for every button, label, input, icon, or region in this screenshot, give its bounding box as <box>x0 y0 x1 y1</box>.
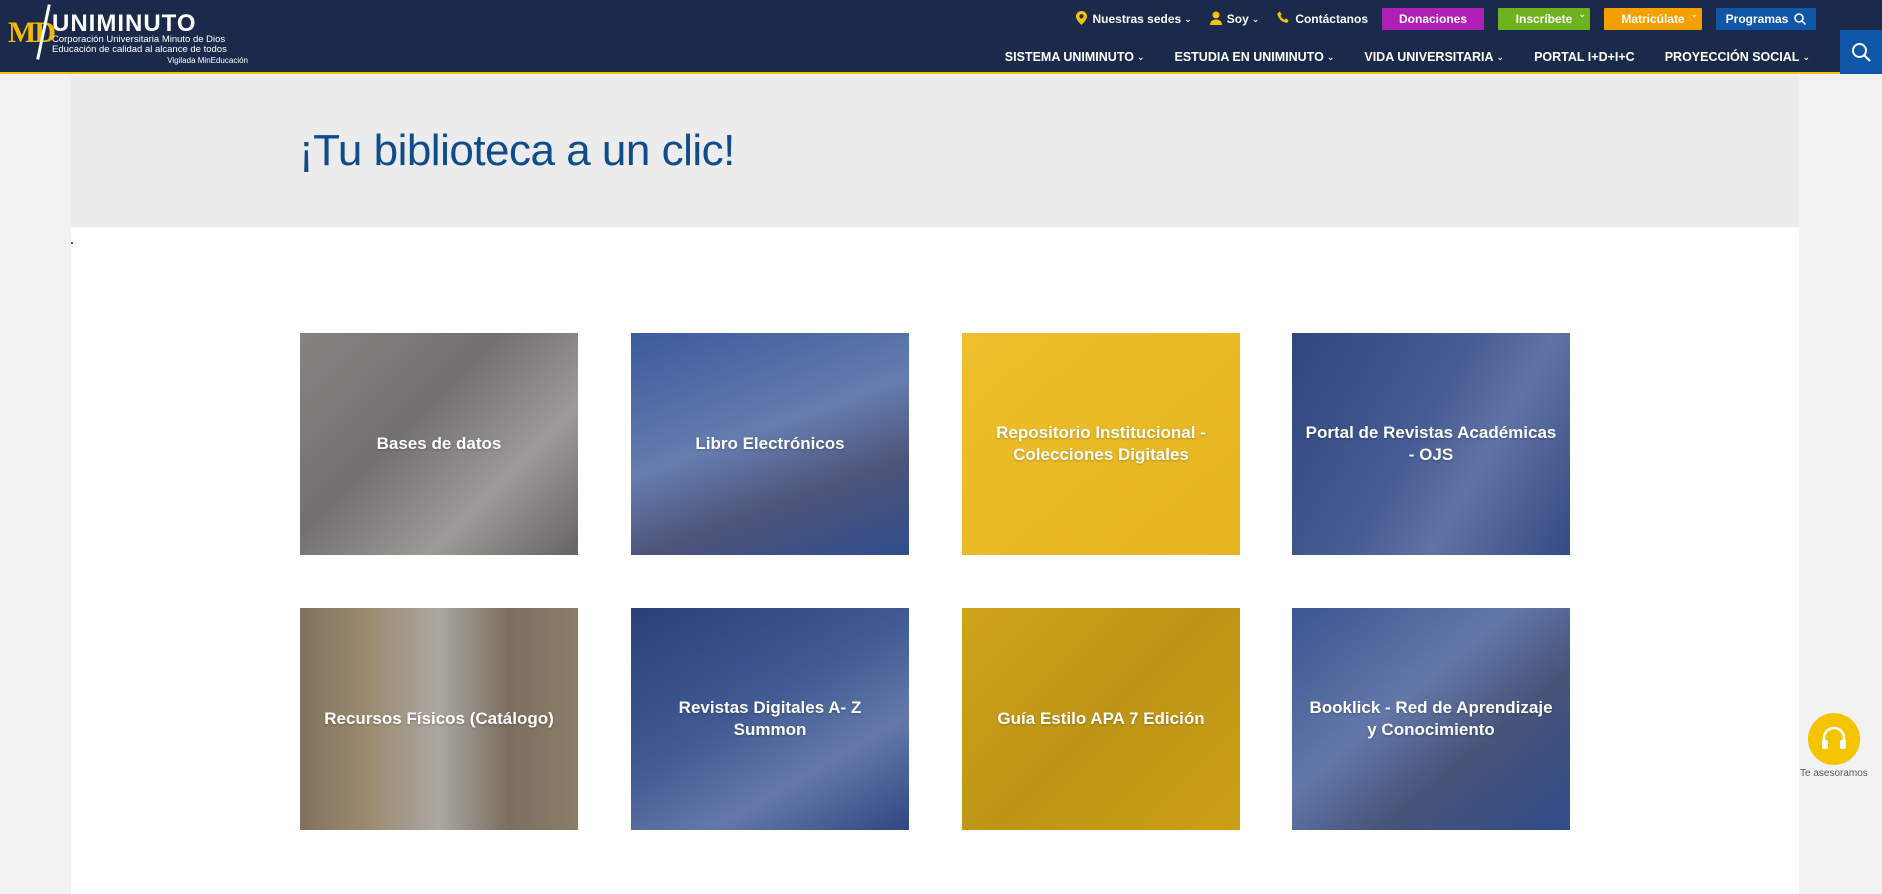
donaciones-button[interactable]: Donaciones <box>1382 8 1484 30</box>
chevron-down-icon: ⌄ <box>1690 9 1698 19</box>
soy-link[interactable]: Soy ⌄ <box>1209 11 1260 28</box>
programas-button[interactable]: Programas <box>1716 8 1816 30</box>
nav-proyeccion-social[interactable]: PROYECCIÓN SOCIAL ⌄ <box>1665 50 1810 64</box>
inscribete-label: Inscríbete <box>1515 12 1573 26</box>
card-label: Portal de Revistas Académicas - OJS <box>1305 423 1557 464</box>
card-bases-de-datos[interactable]: Bases de datos <box>300 333 578 555</box>
logo-tagline: Educación de calidad al alcance de todos <box>52 44 227 55</box>
nav-estudia-en-uniminuto[interactable]: ESTUDIA EN UNIMINUTO ⌄ <box>1175 50 1335 64</box>
nav-label: SISTEMA UNIMINUTO <box>1004 50 1134 64</box>
site-header: MD UNIMINUTO Corporación Universitaria M… <box>0 0 1882 74</box>
card-label: Repositorio Institucional - Colecciones … <box>996 423 1206 464</box>
headset-icon <box>1820 726 1848 752</box>
card-label: Recursos Físicos (Catálogo) <box>324 709 554 728</box>
matriculate-label: Matricúlate <box>1621 12 1685 26</box>
contactanos-link[interactable]: Contáctanos <box>1277 11 1368 27</box>
main-content: ¡Tu biblioteca a un clic! Bases de datos… <box>71 76 1799 894</box>
chevron-down-icon: ⌄ <box>1251 13 1260 24</box>
location-pin-icon <box>1076 10 1088 28</box>
programas-label: Programas <box>1725 12 1789 26</box>
nuestras-sedes-link[interactable]: Nuestras sedes ⌄ <box>1076 10 1192 28</box>
chevron-down-icon: ⌄ <box>1802 51 1810 62</box>
search-icon <box>1794 13 1807 25</box>
nav-vida-universitaria[interactable]: VIDA UNIVERSITARIA ⌄ <box>1364 50 1504 64</box>
chevron-down-icon: ⌄ <box>1496 51 1505 62</box>
divider-dot <box>71 242 73 244</box>
card-portal-revistas-ojs[interactable]: Portal de Revistas Académicas - OJS <box>1292 333 1570 555</box>
contactanos-label: Contáctanos <box>1295 12 1368 26</box>
card-guia-apa[interactable]: Guía Estilo APA 7 Edición <box>962 608 1240 830</box>
top-utility-bar: Nuestras sedes ⌄ Soy ⌄ Contáctanos Donac… <box>1058 8 1816 30</box>
card-repositorio-institucional[interactable]: Repositorio Institucional - Colecciones … <box>962 333 1240 555</box>
logo-vigilada: Vigilada MinEducación <box>167 56 248 65</box>
search-icon <box>1851 42 1871 62</box>
card-label: Libro Electrónicos <box>695 434 845 453</box>
card-libro-electronicos[interactable]: Libro Electrónicos <box>631 333 909 555</box>
phone-icon <box>1277 11 1290 27</box>
uniminuto-logo[interactable]: MD UNIMINUTO Corporación Universitaria M… <box>8 4 248 66</box>
matriculate-button[interactable]: Matricúlate ⌄ <box>1604 8 1702 30</box>
page-title: ¡Tu biblioteca a un clic! <box>299 126 735 175</box>
card-label: Bases de datos <box>376 434 502 453</box>
site-search-button[interactable] <box>1840 30 1882 74</box>
card-label: Booklick - Red de Aprendizaje y Conocimi… <box>1309 698 1553 739</box>
person-icon <box>1209 11 1222 28</box>
card-revistas-digitales-summon[interactable]: Revistas Digitales A- Z Summon <box>631 608 909 830</box>
nav-portal-idic[interactable]: PORTAL I+D+I+C <box>1534 50 1635 64</box>
advisor-chat-label: Te asesoramos <box>1800 768 1868 779</box>
nav-label: ESTUDIA EN UNIMINUTO <box>1174 50 1324 64</box>
nav-label: PORTAL I+D+I+C <box>1534 50 1635 64</box>
card-recursos-fisicos[interactable]: Recursos Físicos (Catálogo) <box>300 608 578 830</box>
nuestras-sedes-label: Nuestras sedes <box>1092 12 1182 26</box>
advisor-chat-button[interactable] <box>1808 713 1860 765</box>
soy-label: Soy <box>1226 12 1249 26</box>
hero-banner: ¡Tu biblioteca a un clic! <box>71 76 1799 227</box>
chevron-down-icon: ⌄ <box>1578 9 1586 19</box>
main-navigation: SISTEMA UNIMINUTO ⌄ ESTUDIA EN UNIMINUTO… <box>975 50 1810 64</box>
chevron-down-icon: ⌄ <box>1326 51 1335 62</box>
chevron-down-icon: ⌄ <box>1136 51 1145 62</box>
card-booklick[interactable]: Booklick - Red de Aprendizaje y Conocimi… <box>1292 608 1570 830</box>
nav-sistema-uniminuto[interactable]: SISTEMA UNIMINUTO ⌄ <box>1005 50 1145 64</box>
nav-label: VIDA UNIVERSITARIA <box>1364 50 1494 64</box>
card-label: Revistas Digitales A- Z Summon <box>678 698 862 739</box>
chevron-down-icon: ⌄ <box>1184 13 1192 24</box>
logo-name: UNIMINUTO <box>52 10 197 37</box>
card-label: Guía Estilo APA 7 Edición <box>997 709 1205 728</box>
inscribete-button[interactable]: Inscríbete ⌄ <box>1498 8 1590 30</box>
nav-label: PROYECCIÓN SOCIAL <box>1664 50 1800 64</box>
